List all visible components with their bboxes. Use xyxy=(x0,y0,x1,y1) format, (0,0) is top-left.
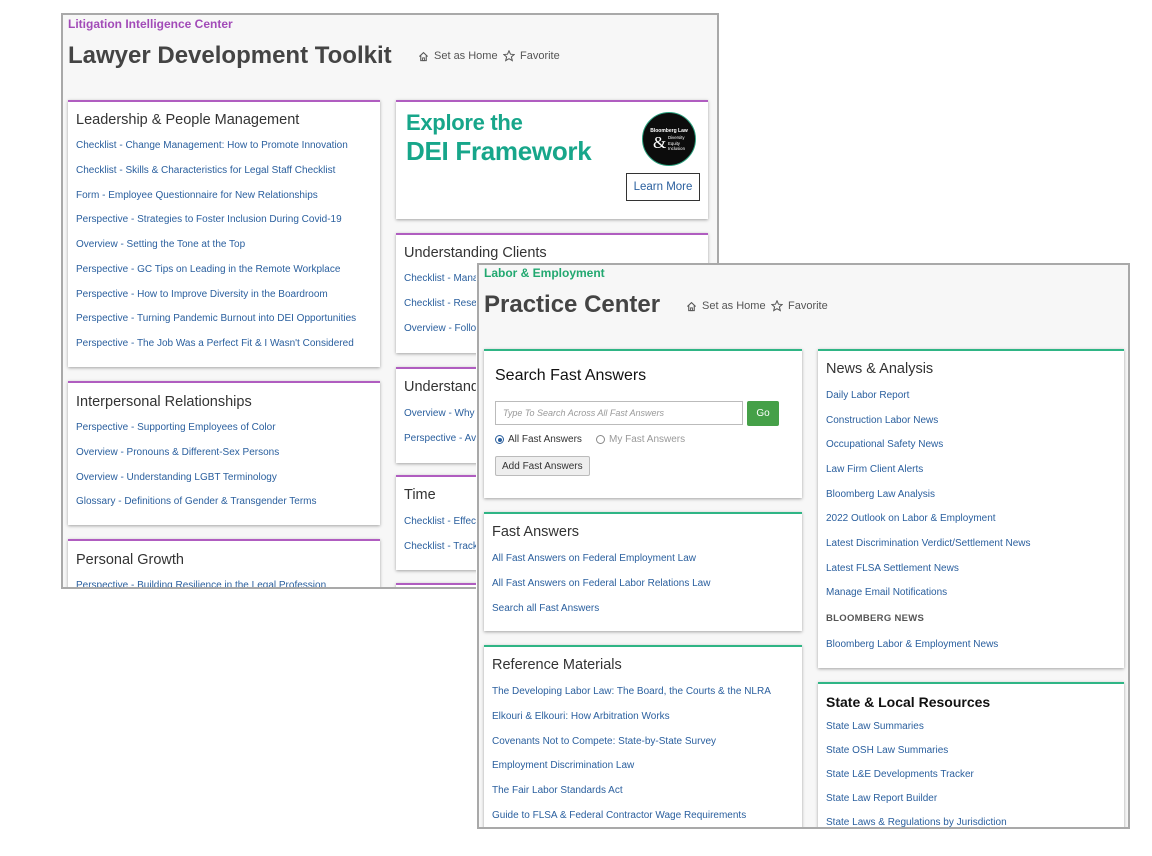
leadership-card: Leadership & People Management Checklist… xyxy=(68,100,380,367)
interpersonal-link[interactable]: Glossary - Definitions of Gender & Trans… xyxy=(76,496,316,507)
news-link[interactable]: 2022 Outlook on Labor & Employment xyxy=(826,513,996,524)
set-as-home-button[interactable]: Set as Home xyxy=(418,50,498,62)
home-icon xyxy=(418,51,429,62)
bloomberg-dei-logo: Bloomberg Law & Diversity Equity Inclusi… xyxy=(642,112,696,166)
breadcrumb[interactable]: Labor & Employment xyxy=(484,266,605,280)
leadership-link[interactable]: Checklist - Change Management: How to Pr… xyxy=(76,140,348,151)
home-icon xyxy=(686,301,697,312)
understanding-title: Understand xyxy=(404,379,479,395)
news-link[interactable]: Bloomberg Law Analysis xyxy=(826,489,935,500)
state-link[interactable]: State Law Report Builder xyxy=(826,793,937,804)
go-button[interactable]: Go xyxy=(747,401,779,426)
reference-link[interactable]: The Developing Labor Law: The Board, the… xyxy=(492,686,771,697)
news-link[interactable]: Latest FLSA Settlement News xyxy=(826,563,959,574)
clients-link[interactable]: Checklist - Resea xyxy=(404,298,482,309)
leadership-link[interactable]: Perspective - Turning Pandemic Burnout i… xyxy=(76,313,356,324)
leadership-link[interactable]: Checklist - Skills & Characteristics for… xyxy=(76,165,335,176)
reference-link[interactable]: Elkouri & Elkouri: How Arbitration Works xyxy=(492,711,670,722)
news-analysis-card: News & Analysis Daily Labor Report Const… xyxy=(818,349,1124,668)
leadership-link[interactable]: Overview - Setting the Tone at the Top xyxy=(76,239,245,250)
understanding-link[interactable]: Overview - Why xyxy=(404,408,475,419)
news-link[interactable]: Manage Email Notifications xyxy=(826,587,947,598)
fast-answers-link[interactable]: Search all Fast Answers xyxy=(492,603,599,614)
state-link[interactable]: State OSH Law Summaries xyxy=(826,745,948,756)
dei-banner-card[interactable]: Explore the DEI Framework Bloomberg Law … xyxy=(396,100,708,219)
banner-line-1: Explore the xyxy=(406,110,523,135)
news-link[interactable]: Construction Labor News xyxy=(826,415,938,426)
search-fast-answers-card: Search Fast Answers Go All Fast Answers … xyxy=(484,349,802,498)
interpersonal-title: Interpersonal Relationships xyxy=(76,394,252,410)
reference-link[interactable]: Employment Discrimination Law xyxy=(492,760,634,771)
interpersonal-link[interactable]: Overview - Understanding LGBT Terminolog… xyxy=(76,472,277,483)
star-icon xyxy=(503,50,515,62)
radio-my-fast-answers[interactable]: My Fast Answers xyxy=(596,434,685,445)
time-link[interactable]: Checklist - Effect xyxy=(404,516,479,527)
reference-link[interactable]: Guide to FLSA & Federal Contractor Wage … xyxy=(492,810,746,821)
understanding-clients-title: Understanding Clients xyxy=(404,245,547,261)
state-local-card: State & Local Resources State Law Summar… xyxy=(818,682,1124,827)
set-as-home-label: Set as Home xyxy=(702,300,766,312)
time-title: Time xyxy=(404,487,436,503)
state-link[interactable]: State Laws & Regulations by Jurisdiction xyxy=(826,817,1007,827)
time-link[interactable]: Checklist - Track xyxy=(404,541,478,552)
fast-answers-link[interactable]: All Fast Answers on Federal Employment L… xyxy=(492,553,696,564)
news-link[interactable]: Occupational Safety News xyxy=(826,439,943,450)
page-title: Practice Center xyxy=(484,291,661,318)
add-fast-answers-button[interactable]: Add Fast Answers xyxy=(495,456,590,476)
radio-mine-label: My Fast Answers xyxy=(609,434,686,445)
reference-link[interactable]: Covenants Not to Compete: State-by-State… xyxy=(492,736,716,747)
interpersonal-card: Interpersonal Relationships Perspective … xyxy=(68,381,380,525)
state-link[interactable]: State L&E Developments Tracker xyxy=(826,769,974,780)
state-link[interactable]: State Law Summaries xyxy=(826,721,924,732)
fast-answers-card: Fast Answers All Fast Answers on Federal… xyxy=(484,512,802,631)
news-link[interactable]: Daily Labor Report xyxy=(826,390,909,401)
understanding-link[interactable]: Perspective - Av xyxy=(404,433,476,444)
state-title: State & Local Resources xyxy=(826,694,991,710)
page-title: Lawyer Development Toolkit xyxy=(68,42,392,69)
search-card-title: Search Fast Answers xyxy=(495,367,647,384)
breadcrumb[interactable]: Litigation Intelligence Center xyxy=(68,17,233,31)
personal-growth-link[interactable]: Perspective - Building Resilience in the… xyxy=(76,580,326,587)
news-link[interactable]: Latest Discrimination Verdict/Settlement… xyxy=(826,538,1031,549)
clients-link[interactable]: Overview - Follo xyxy=(404,323,476,334)
radio-unselected-icon xyxy=(596,435,605,444)
leadership-link[interactable]: Perspective - Strategies to Foster Inclu… xyxy=(76,214,342,225)
radio-all-fast-answers[interactable]: All Fast Answers xyxy=(495,434,582,445)
interpersonal-link[interactable]: Overview - Pronouns & Different-Sex Pers… xyxy=(76,447,279,458)
favorite-button[interactable]: Favorite xyxy=(771,300,828,312)
practice-center-window: Labor & Employment Practice Center Set a… xyxy=(477,263,1130,829)
star-icon xyxy=(771,300,783,312)
personal-growth-title: Personal Growth xyxy=(76,552,184,568)
leadership-link[interactable]: Perspective - The Job Was a Perfect Fit … xyxy=(76,338,354,349)
news-title: News & Analysis xyxy=(826,361,934,377)
reference-materials-card: Reference Materials The Developing Labor… xyxy=(484,645,802,827)
set-as-home-label: Set as Home xyxy=(434,50,498,62)
leadership-link[interactable]: Perspective - How to Improve Diversity i… xyxy=(76,289,328,300)
news-link[interactable]: Bloomberg Labor & Employment News xyxy=(826,639,998,650)
interpersonal-link[interactable]: Perspective - Supporting Employees of Co… xyxy=(76,422,276,433)
learn-more-button[interactable]: Learn More xyxy=(626,173,700,201)
leadership-link[interactable]: Perspective - GC Tips on Leading in the … xyxy=(76,264,340,275)
radio-selected-icon xyxy=(495,435,504,444)
favorite-label: Favorite xyxy=(520,50,560,62)
set-as-home-button[interactable]: Set as Home xyxy=(686,300,766,312)
bloomberg-news-label: BLOOMBERG NEWS xyxy=(826,613,925,624)
leadership-link[interactable]: Form - Employee Questionnaire for New Re… xyxy=(76,190,318,201)
search-input[interactable] xyxy=(495,401,743,425)
personal-growth-card: Personal Growth Perspective - Building R… xyxy=(68,539,380,587)
fast-answers-title: Fast Answers xyxy=(492,524,580,540)
leadership-title: Leadership & People Management xyxy=(76,112,300,128)
favorite-label: Favorite xyxy=(788,300,828,312)
favorite-button[interactable]: Favorite xyxy=(503,50,560,62)
clients-link[interactable]: Checklist - Mana xyxy=(404,273,478,284)
radio-all-label: All Fast Answers xyxy=(508,434,582,445)
news-link[interactable]: Law Firm Client Alerts xyxy=(826,464,923,475)
reference-title: Reference Materials xyxy=(492,657,622,673)
banner-line-2: DEI Framework xyxy=(406,136,592,166)
fast-answers-link[interactable]: All Fast Answers on Federal Labor Relati… xyxy=(492,578,710,589)
reference-link[interactable]: The Fair Labor Standards Act xyxy=(492,785,623,796)
